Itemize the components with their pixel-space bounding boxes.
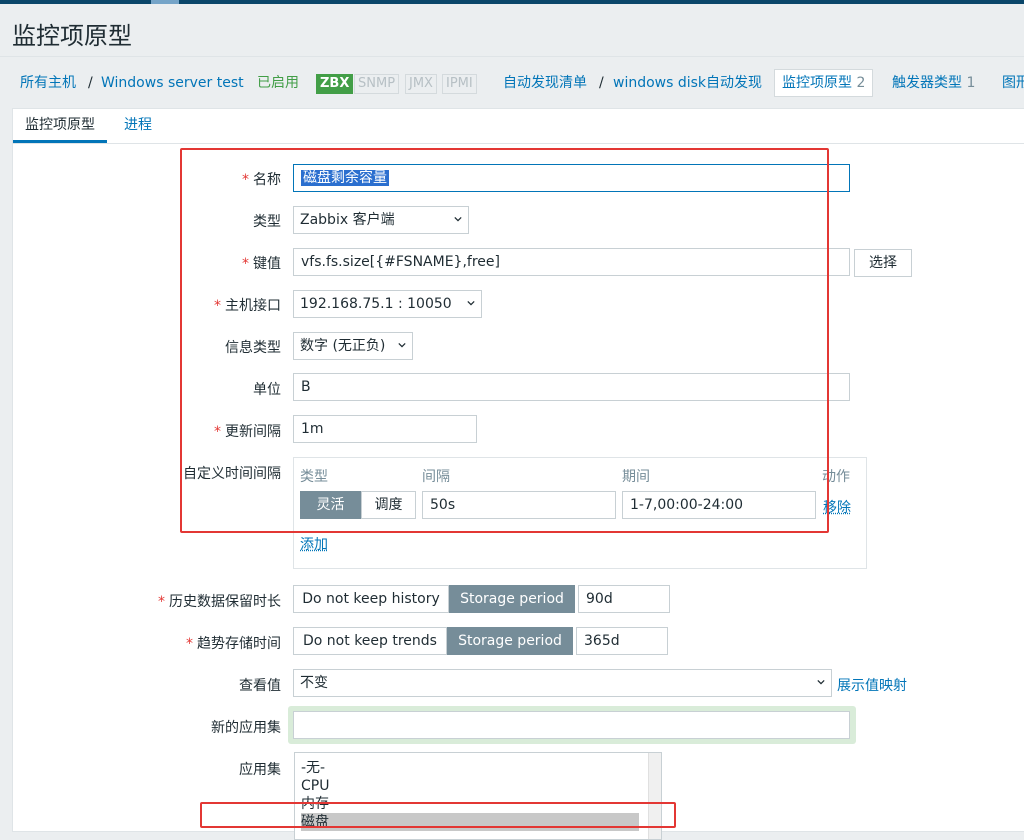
do-not-keep-trends-button[interactable]: Do not keep trends <box>293 627 447 655</box>
tab-item-prototype[interactable]: 监控项原型 <box>13 109 107 143</box>
trends-period-input[interactable]: 365d <box>576 627 668 655</box>
item-prototypes-count: 2 <box>856 75 866 91</box>
annotation-box <box>200 802 676 828</box>
jmx-availability-badge: JMX <box>405 74 437 94</box>
ipmi-availability-badge: IPMI <box>442 74 477 94</box>
breadcrumb-all-hosts[interactable]: 所有主机 <box>20 68 76 98</box>
snmp-availability-badge: SNMP <box>354 74 400 94</box>
annotation-box <box>180 148 829 533</box>
breadcrumb-discovery-rule[interactable]: windows disk自动发现 <box>613 68 762 98</box>
host-status-enabled[interactable]: 已启用 <box>257 68 299 98</box>
breadcrumb-item-prototypes[interactable]: 监控项原型 2 <box>774 69 874 97</box>
trends-label: * 趋势存储时间 <box>186 633 281 653</box>
breadcrumb-trigger-prototypes[interactable]: 触发器类型 1 <box>892 68 975 98</box>
trigger-prototypes-label: 触发器类型 <box>892 75 962 91</box>
tab-bar: 监控项原型 进程 <box>13 109 1024 144</box>
trends-storage-period-button[interactable]: Storage period <box>447 627 573 655</box>
history-storage-period-button[interactable]: Storage period <box>449 585 575 613</box>
page-title: 监控项原型 <box>12 22 132 50</box>
do-not-keep-history-button[interactable]: Do not keep history <box>293 585 449 613</box>
required-mark: * <box>158 594 165 610</box>
list-item[interactable]: -无- <box>301 759 639 777</box>
breadcrumb-separator: / <box>599 75 604 91</box>
breadcrumb-discovery-list[interactable]: 自动发现清单 <box>503 68 587 98</box>
top-nav-active-marker <box>151 0 179 4</box>
trends-label-text: 趋势存储时间 <box>197 636 281 652</box>
new-application-input[interactable] <box>293 711 850 739</box>
chevron-down-icon <box>817 679 825 685</box>
zbx-availability-badge: ZBX <box>316 74 354 94</box>
list-item[interactable]: CPU <box>301 777 639 795</box>
top-nav-bar <box>0 0 1024 4</box>
required-mark: * <box>186 636 193 652</box>
trigger-prototypes-count: 1 <box>966 75 976 91</box>
item-prototypes-label: 监控项原型 <box>782 75 852 91</box>
valuemap-select[interactable]: 不变 <box>293 669 832 697</box>
breadcrumb-host[interactable]: Windows server test <box>101 68 244 98</box>
new-application-label: 新的应用集 <box>211 720 281 736</box>
history-label-text: 历史数据保留时长 <box>169 594 281 610</box>
divider <box>0 56 1024 57</box>
select-key-button[interactable]: 选择 <box>854 249 912 277</box>
valuemap-label: 查看值 <box>239 678 281 694</box>
show-value-mappings-link[interactable]: 展示值映射 <box>837 675 907 695</box>
breadcrumb: 所有主机 / Windows server test 已启用 ZBX SNMP … <box>12 68 1024 98</box>
breadcrumb-separator: / <box>88 75 93 91</box>
tab-process[interactable]: 进程 <box>112 109 164 143</box>
applications-label: 应用集 <box>239 762 281 778</box>
valuemap-value: 不变 <box>300 675 328 691</box>
breadcrumb-graph-prototypes[interactable]: 图形 <box>1002 68 1024 98</box>
history-period-input[interactable]: 90d <box>578 585 670 613</box>
ci-add-link[interactable]: 添加 <box>300 534 328 554</box>
history-label: * 历史数据保留时长 <box>158 591 281 611</box>
